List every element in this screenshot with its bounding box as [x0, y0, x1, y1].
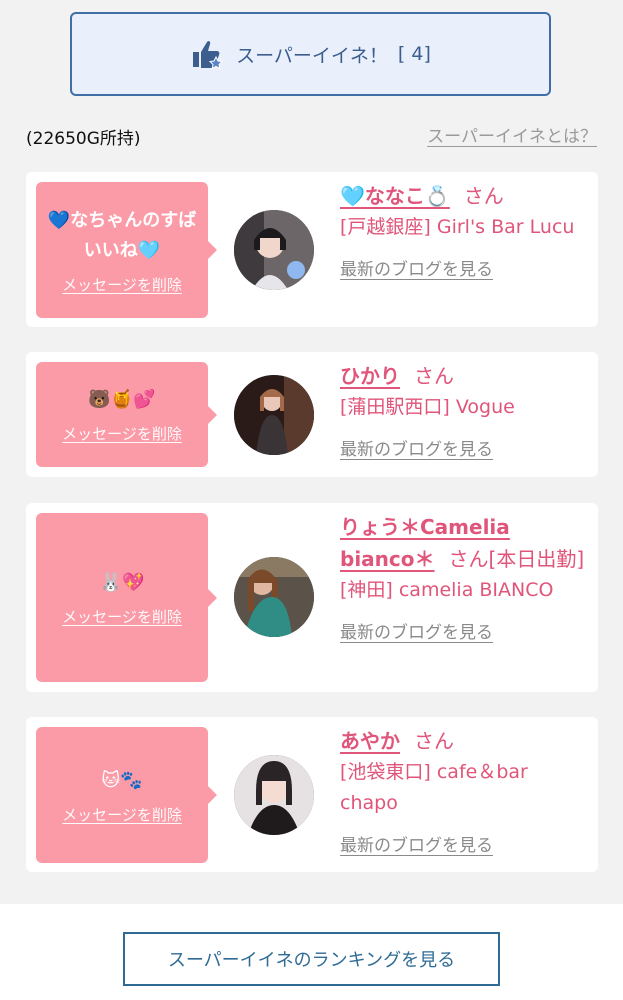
message-bubble: 🐰💖 メッセージを削除 — [36, 513, 217, 682]
delete-message-link[interactable]: メッセージを削除 — [62, 274, 182, 295]
cast-name[interactable]: ひかり — [340, 364, 400, 388]
message-text: 🐻🍯💕 — [88, 389, 156, 410]
shop-name: [池袋東口] cafe＆bar chapo — [340, 761, 528, 814]
avatar[interactable] — [234, 755, 314, 835]
avatar-photo — [234, 755, 314, 835]
ranking-button[interactable]: スーパーイイネのランキングを見る — [123, 932, 500, 986]
thumbs-up-star-icon — [193, 41, 224, 70]
status-text: [本日出勤] — [488, 547, 585, 571]
avatar-photo — [234, 375, 314, 455]
avatar[interactable] — [234, 210, 314, 290]
message-bubble: 🐱🐾 メッセージを削除 — [36, 727, 217, 863]
message-bubble: 🐻🍯💕 メッセージを削除 — [36, 362, 217, 467]
avatar[interactable] — [234, 375, 314, 455]
cast-info: ひかり さん [蒲田駅西口] Vogue 最新のブログを見る — [340, 360, 590, 460]
delete-message-link[interactable]: メッセージを削除 — [62, 606, 182, 627]
message-text: 🐰💖 — [99, 572, 145, 593]
latest-blog-link[interactable]: 最新のブログを見る — [340, 618, 590, 643]
delete-message-link[interactable]: メッセージを削除 — [62, 423, 182, 444]
super-like-count: [ 4] — [397, 43, 431, 65]
avatar-photo — [234, 210, 314, 290]
honorific: さん — [414, 729, 454, 753]
honorific: さん — [414, 364, 454, 388]
message-text: 💙なちゃんのすばいいね🩵 — [47, 209, 197, 261]
super-like-label: スーパーイイネ！ — [236, 44, 388, 67]
cast-name[interactable]: 🩵ななこ💍 — [340, 184, 450, 208]
latest-blog-link[interactable]: 最新のブログを見る — [340, 831, 590, 856]
latest-blog-link[interactable]: 最新のブログを見る — [340, 435, 590, 460]
avatar[interactable] — [234, 557, 314, 637]
cast-info: 🩵ななこ💍 さん [戸越銀座] Girl's Bar Lucu 最新のブログを見る — [340, 180, 590, 280]
shop-name: [蒲田駅西口] Vogue — [340, 396, 515, 418]
gold-balance: (22650G所持) — [26, 129, 141, 149]
honorific: さん — [463, 184, 504, 208]
delete-message-link[interactable]: メッセージを削除 — [62, 804, 182, 825]
like-card: 🐱🐾 メッセージを削除 あやか さん [池袋東口] cafe＆bar chapo … — [26, 717, 598, 872]
like-card: 🐰💖 メッセージを削除 りょう＊Camelia bianco＊ さん[本日出勤] … — [26, 503, 598, 692]
message-bubble: 💙なちゃんのすばいいね🩵 メッセージを削除 — [36, 182, 217, 318]
footer: スーパーイイネのランキングを見る — [0, 904, 623, 1000]
cast-info: りょう＊Camelia bianco＊ さん[本日出勤] [神田] camelia… — [340, 511, 590, 643]
latest-blog-link[interactable]: 最新のブログを見る — [340, 255, 590, 280]
like-card: 🐻🍯💕 メッセージを削除 ひかり さん [蒲田駅西口] Vogue 最新のブログを… — [26, 352, 598, 477]
super-like-button[interactable]: スーパーイイネ！ [ 4] — [70, 12, 551, 96]
cast-info: あやか さん [池袋東口] cafe＆bar chapo 最新のブログを見る — [340, 725, 590, 856]
about-super-like-link[interactable]: スーパーイイネとは？ — [427, 122, 597, 147]
shop-name: [戸越銀座] Girl's Bar Lucu — [340, 216, 575, 238]
like-card: 💙なちゃんのすばいいね🩵 メッセージを削除 🩵ななこ💍 さん [戸越銀座] Gir… — [26, 172, 598, 327]
shop-name: [神田] camelia BIANCO — [340, 579, 554, 601]
message-text: 🐱🐾 — [101, 769, 143, 791]
avatar-photo — [234, 557, 314, 637]
honorific: さん — [448, 547, 489, 571]
cast-name[interactable]: あやか — [340, 729, 400, 753]
